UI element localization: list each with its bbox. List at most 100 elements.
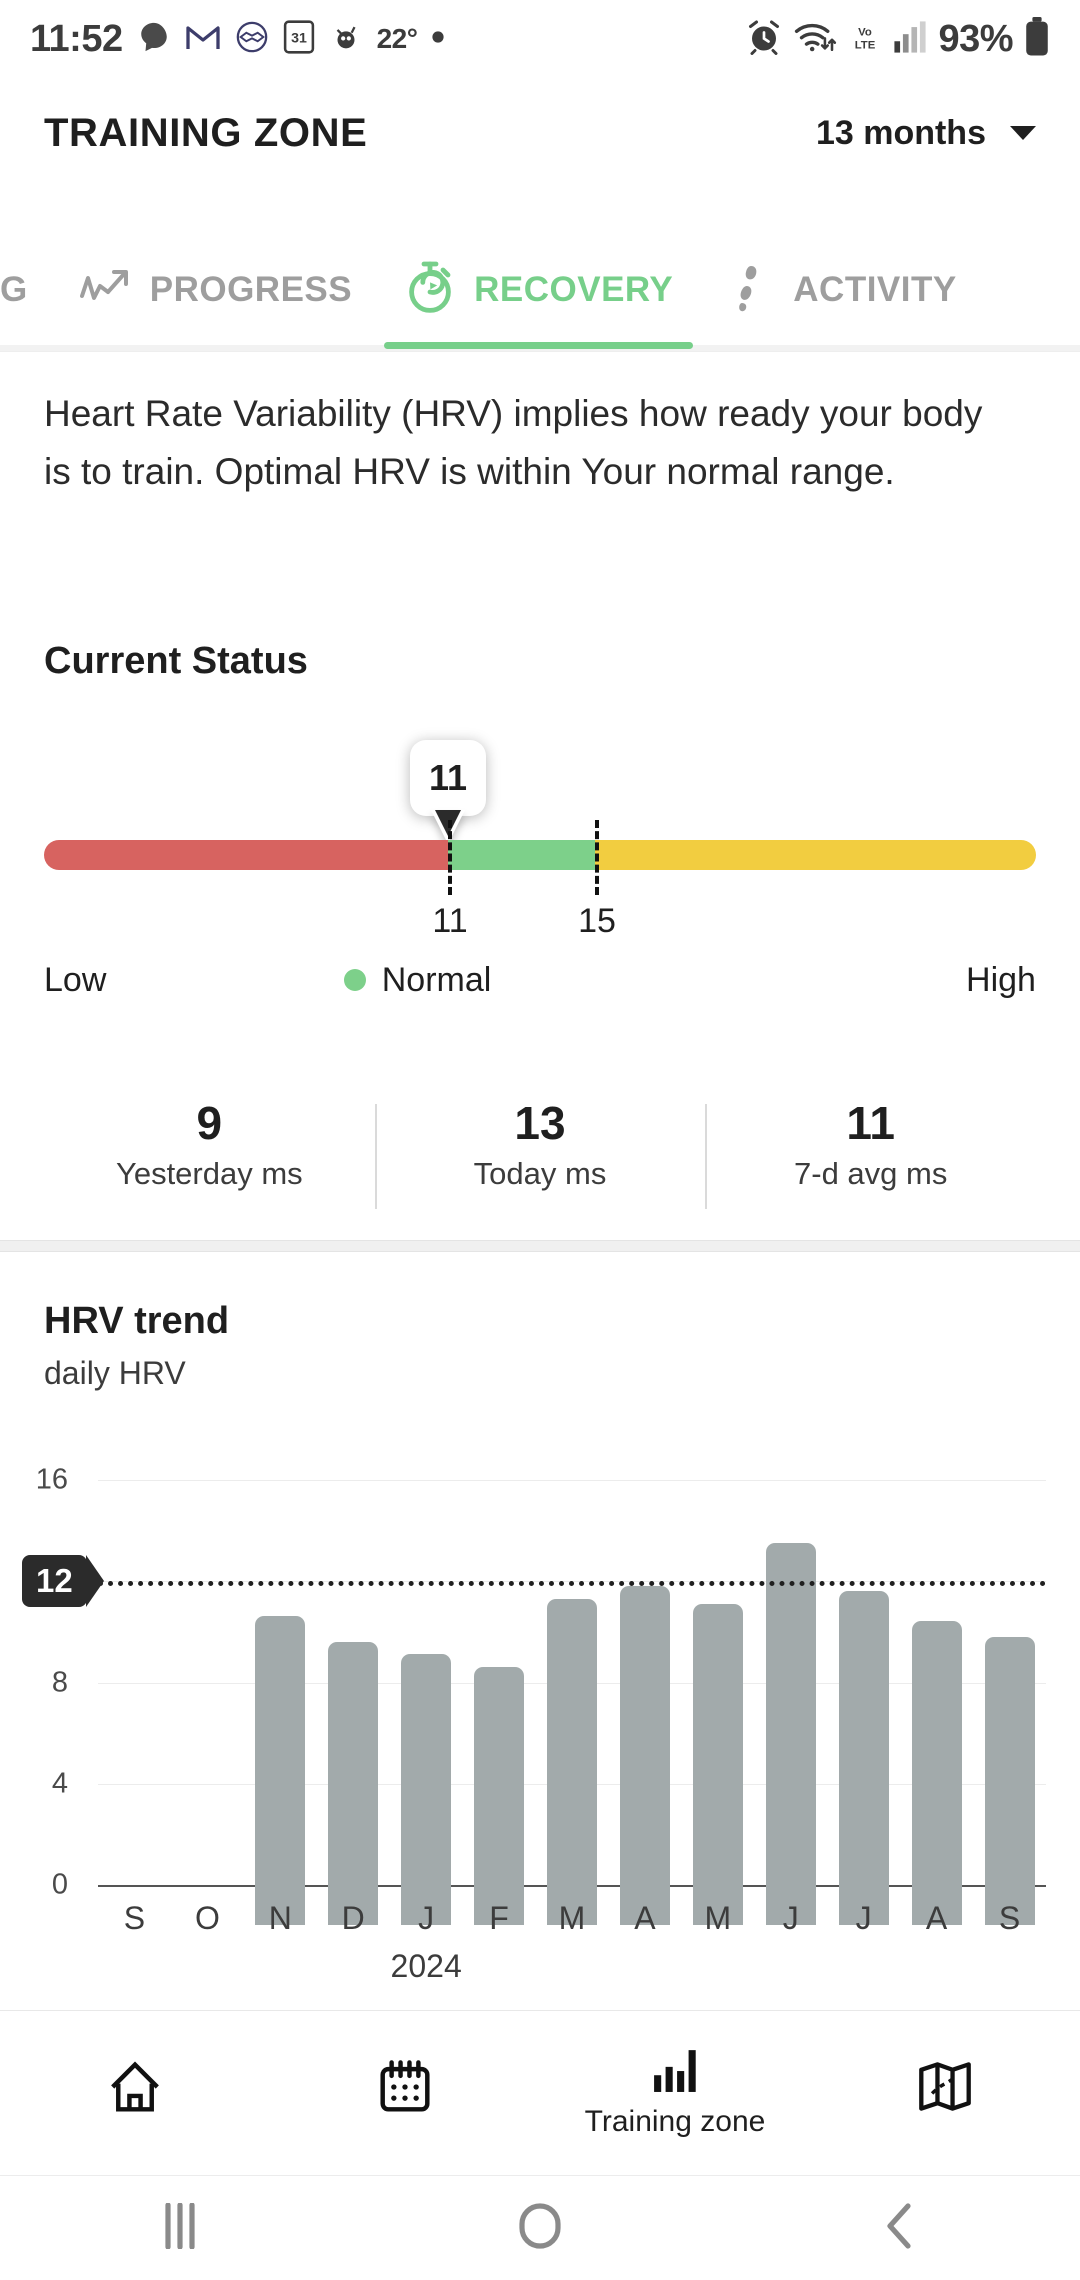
- chart-x-tick-label: O: [194, 1900, 220, 1936]
- chart-reference-line: [98, 1581, 1046, 1587]
- gauge-legend: Low Normal High: [44, 950, 1036, 1010]
- handshake-icon: [235, 20, 269, 59]
- chevron-down-icon: [1010, 126, 1036, 140]
- legend-low: Low: [44, 960, 107, 999]
- battery-percent: 93%: [938, 17, 1013, 60]
- gauge-segment-high: [595, 840, 1036, 870]
- chart-bar-slot: [463, 1495, 536, 1925]
- tab-bar[interactable]: G PROGRESS RECOVERY ACTIVITY: [0, 228, 1080, 352]
- signal-bars-icon: [893, 20, 927, 58]
- stat-7d-avg-value: 11: [846, 1097, 895, 1149]
- chart-x-tick-label: J: [855, 1900, 872, 1936]
- chart-y-tick-label: 8: [51, 1666, 68, 1699]
- stat-today: 13 Today ms: [374, 1094, 706, 1209]
- chart-x-tick-label: M: [704, 1900, 732, 1936]
- gauge-segment-low: [44, 840, 448, 870]
- app-screen: 11:52 31 22° Vo LTE 93% TRAINING ZONE 13…: [0, 0, 1080, 2280]
- hrv-stats-row: 9 Yesterday ms 13 Today ms 11 7-d avg ms: [44, 1080, 1036, 1210]
- alarm-icon: [746, 19, 782, 60]
- legend-high: High: [966, 960, 1036, 999]
- chart-bar: [692, 1603, 743, 1925]
- stat-today-label: Today ms: [473, 1156, 607, 1191]
- chart-y-tick-label: 4: [51, 1767, 68, 1800]
- hrv-gauge: 11 11 15: [0, 740, 1080, 940]
- status-bar: 11:52 31 22° Vo LTE 93%: [0, 0, 1080, 78]
- android-navigation-bar[interactable]: [0, 2175, 1080, 2280]
- gauge-track: [44, 840, 1036, 870]
- gmail-icon: [185, 22, 221, 57]
- svg-text:31: 31: [291, 30, 307, 46]
- tab-recovery[interactable]: RECOVERY: [378, 228, 699, 351]
- status-time: 11:52: [30, 17, 123, 60]
- calendar-31-icon: 31: [283, 19, 315, 59]
- chart-bar-slot: [244, 1495, 317, 1925]
- calendar-icon: [376, 2058, 434, 2121]
- hrv-description: Heart Rate Variability (HRV) implies how…: [44, 393, 983, 492]
- bottom-navigation[interactable]: Training zone: [0, 2010, 1080, 2175]
- nav-item-home[interactable]: [0, 2011, 270, 2175]
- range-picker[interactable]: 13 months: [816, 114, 1036, 153]
- footsteps-icon: [725, 262, 775, 317]
- chart-year-label: 2024: [390, 1948, 462, 1984]
- stat-yesterday-value: 9: [196, 1097, 223, 1149]
- chart-x-labels: SONDJFMAMJJAS: [98, 1900, 1046, 1937]
- stat-7d-avg: 11 7-d avg ms: [705, 1094, 1036, 1209]
- chart-bar-slot: [390, 1495, 463, 1925]
- status-bar-right: Vo LTE 93%: [746, 16, 1050, 62]
- stopwatch-icon: [404, 260, 456, 319]
- chart-y-tick-label: 16: [35, 1463, 68, 1496]
- gauge-divider-low: [448, 820, 452, 895]
- chart-bar-slot: [973, 1495, 1046, 1925]
- stat-yesterday: 9 Yesterday ms: [44, 1094, 375, 1196]
- gauge-segment-normal: [448, 840, 595, 870]
- gauge-threshold-high: 15: [578, 902, 616, 940]
- chart-bar: [838, 1591, 889, 1925]
- chart-bars: [98, 1495, 1046, 1925]
- tab-activity[interactable]: ACTIVITY: [699, 228, 982, 351]
- chart-x-tick-label: A: [925, 1900, 948, 1936]
- chart-x-tick-label: J: [418, 1900, 435, 1936]
- status-bar-left: 11:52 31 22°: [30, 18, 445, 61]
- volte-icon: Vo LTE: [848, 20, 882, 59]
- home-icon: [106, 2058, 164, 2121]
- nav-item-map[interactable]: [810, 2011, 1080, 2175]
- legend-normal-group: Normal: [343, 961, 491, 1000]
- chart-x-tick-label: S: [123, 1900, 146, 1936]
- gauge-value-bubble: 11: [410, 740, 486, 816]
- android-recents-button[interactable]: [0, 2201, 360, 2254]
- chart-reference-badge: 12: [22, 1555, 104, 1608]
- nav-item-training-zone[interactable]: Training zone: [540, 2011, 810, 2175]
- page-title: TRAINING ZONE: [44, 110, 368, 155]
- chart-bar: [765, 1543, 816, 1925]
- tab-progress[interactable]: PROGRESS: [54, 228, 378, 351]
- chat-bubble-icon: [137, 20, 171, 59]
- svg-text:LTE: LTE: [855, 39, 876, 51]
- tab-label-activity: ACTIVITY: [793, 269, 957, 309]
- android-back-button[interactable]: [720, 2202, 1080, 2255]
- section-divider: [0, 1240, 1080, 1252]
- recent-apps-icon: [160, 2201, 200, 2254]
- tab-training-partial[interactable]: G: [0, 228, 54, 351]
- chart-bar: [255, 1616, 306, 1925]
- tab-label-progress: PROGRESS: [149, 269, 353, 309]
- app-header: TRAINING ZONE 13 months: [0, 78, 1080, 188]
- chart-bar-slot: [317, 1495, 390, 1925]
- current-status-title: Current Status: [44, 640, 308, 682]
- home-circle-icon: [518, 2202, 562, 2255]
- chart-bar-slot: [536, 1495, 609, 1925]
- chart-bar: [911, 1621, 962, 1925]
- tab-label-partial: G: [0, 269, 28, 309]
- chart-bar-slot: [171, 1495, 244, 1925]
- chart-bar: [401, 1654, 452, 1925]
- chart-bar-slot: [681, 1495, 754, 1925]
- status-temperature: 22°: [376, 23, 418, 54]
- legend-normal-dot-icon: [343, 969, 366, 991]
- chart-bar: [474, 1667, 525, 1925]
- wifi-icon: [793, 20, 837, 59]
- android-home-button[interactable]: [360, 2202, 720, 2255]
- hrv-trend-subtitle: daily HRV: [44, 1355, 186, 1391]
- chart-x-tick-label: J: [782, 1900, 799, 1936]
- battery-icon: [1024, 16, 1050, 62]
- nav-item-calendar[interactable]: [270, 2011, 540, 2175]
- stat-today-value: 13: [514, 1097, 566, 1149]
